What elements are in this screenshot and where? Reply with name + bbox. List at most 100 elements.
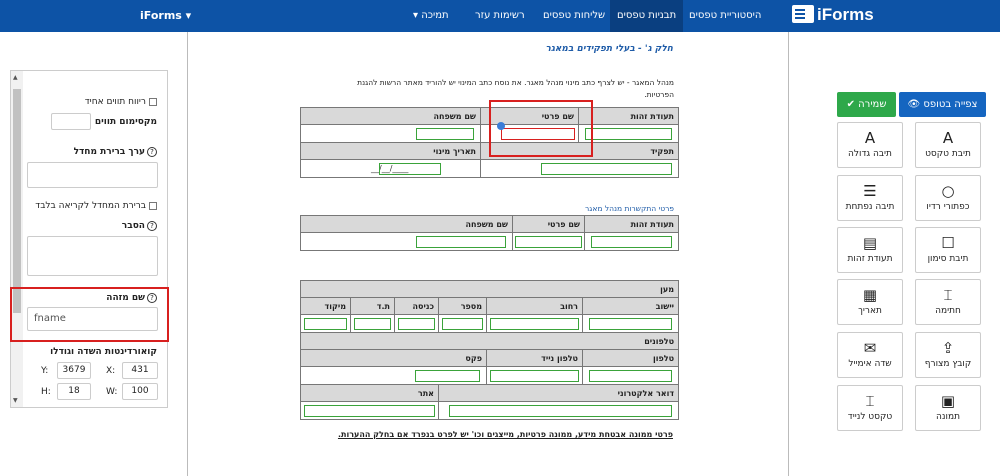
default-value-label: ?ערך ברירת מחדל (74, 147, 157, 157)
phones-title: טלפונים (299, 332, 680, 350)
tool-email[interactable]: ✉ שדה אימייל (837, 332, 903, 378)
scroll-thumb[interactable] (13, 89, 21, 313)
top-navbar: iForms ▾ ▾ תמיכה רשימות עזר שליחות טפסים… (0, 0, 1000, 32)
contact-last-name-field[interactable] (416, 236, 506, 248)
iforms-logo-icon (792, 5, 814, 23)
toolbox-panel: 👁 צפייה בטופס ✔ שמירה A תיבת טקסט A תיבה ג… (789, 32, 1000, 476)
tool-date[interactable]: ▦ תאריך (837, 279, 903, 325)
help-icon[interactable]: ? (147, 221, 157, 231)
zip-header: מיקוד (300, 297, 351, 315)
brand-dropdown[interactable]: iForms ▾ (140, 9, 191, 22)
nav-form-sends[interactable]: שליחות טפסים (536, 0, 612, 32)
contact-first-name-header: שם פרטי (512, 215, 585, 233)
city-field[interactable] (589, 318, 673, 330)
explanation-label: ?הסבר (122, 221, 157, 231)
radio-icon: ○ (941, 182, 955, 200)
tool-text-box[interactable]: A תיבת טקסט (915, 122, 981, 168)
role-field[interactable] (541, 163, 672, 175)
fax-header: פקס (300, 349, 487, 367)
contact-table: שם משפחה שם פרטי תעודת זהות (300, 215, 679, 251)
field-properties-panel: ▲ ▼ ריווח תווים אחיד מקסימום תווים ?ערך … (10, 70, 168, 408)
explanation-textarea[interactable] (27, 236, 158, 276)
nav-reference-lists[interactable]: רשימות עזר (468, 0, 532, 32)
tool-id-card[interactable]: ▤ תעודת זהות (837, 227, 903, 273)
readonly-checkbox[interactable] (149, 201, 157, 210)
contact-first-name-field[interactable] (515, 236, 582, 248)
coord-x-input[interactable]: 431 (122, 362, 158, 379)
nav-form-history[interactable]: היסטוריית טפסים (682, 0, 768, 32)
upload-icon: ⇪ (941, 339, 955, 357)
city-header: יישוב (581, 297, 680, 315)
last-name-header: שם משפחה (300, 107, 481, 125)
scroll-down-icon[interactable]: ▼ (13, 397, 18, 404)
address-table: מען מיקוד ת.ד כניסה מספר רחוב יישוב טלפו… (299, 280, 680, 420)
coord-w-input[interactable]: 100 (122, 383, 158, 400)
default-value-input[interactable] (27, 162, 158, 188)
save-button[interactable]: ✔ שמירה (837, 92, 896, 117)
unique-spacing-checkbox[interactable] (149, 97, 157, 106)
max-chars-input[interactable] (51, 113, 91, 130)
intro-line-1: מנהל המאגר - יש לצרף כתב מינוי מנהל מאגר… (357, 78, 674, 87)
unique-spacing-option[interactable]: ריווח תווים אחיד (85, 97, 157, 107)
number-header: מספר (438, 297, 487, 315)
preview-button[interactable]: 👁 צפייה בטופס (899, 92, 986, 117)
website-field[interactable] (304, 405, 435, 417)
website-header: אתר (300, 384, 439, 402)
nav-form-templates[interactable]: תבניות טפסים (610, 0, 684, 32)
pobox-header: ת.ד (350, 297, 395, 315)
street-field[interactable] (490, 318, 579, 330)
brand-logo: iForms (792, 5, 874, 25)
eye-icon: 👁 (907, 99, 921, 110)
image-icon: ▣ (940, 392, 956, 410)
calendar-icon: ▦ (862, 286, 878, 304)
tool-radio[interactable]: ○ כפתורי רדיו (915, 175, 981, 221)
tool-image[interactable]: ▣ תמונה (915, 385, 981, 431)
entrance-header: כניסה (394, 297, 439, 315)
text-icon: A (942, 129, 954, 147)
contact-id-field[interactable] (591, 236, 672, 248)
coord-w-label: W: (106, 387, 118, 397)
id-card-icon: ▤ (862, 234, 878, 252)
check-icon: ✔ (846, 99, 855, 110)
intro-line-2: הפרטיות. (644, 90, 674, 99)
coord-h-label: H: (41, 387, 51, 397)
zip-field[interactable] (304, 318, 347, 330)
tool-signature[interactable]: ⌶ חתימה (915, 279, 981, 325)
mobile-field[interactable] (490, 370, 579, 382)
tool-large-text[interactable]: A תיבה גדולה (837, 122, 903, 168)
fax-field[interactable] (415, 370, 480, 382)
readonly-option[interactable]: ברירת המחדל לקריאה בלבד (35, 201, 157, 211)
scroll-up-icon[interactable]: ▲ (13, 74, 18, 81)
street-header: רחוב (486, 297, 583, 315)
coord-h-input[interactable]: 18 (57, 383, 91, 400)
form-canvas[interactable]: חלק ג' - בעלי תפקידים במאגר מנהל המאגר -… (187, 32, 789, 476)
number-field[interactable] (442, 318, 483, 330)
pobox-field[interactable] (354, 318, 391, 330)
contact-title: פרטי התקשרות מנהל מאגר (585, 204, 674, 213)
last-name-field[interactable] (416, 128, 474, 140)
first-name-highlight (489, 100, 593, 157)
tool-dropdown[interactable]: ☰ תיבה נפתחת (837, 175, 903, 221)
properties-scrollbar[interactable]: ▲ ▼ (11, 71, 23, 407)
help-icon[interactable]: ? (147, 147, 157, 157)
dropdown-icon: ☰ (863, 182, 877, 200)
email-field[interactable] (449, 405, 673, 417)
section-title: חלק ג' - בעלי תפקידים במאגר (545, 44, 673, 54)
nav-support[interactable]: ▾ תמיכה (406, 0, 456, 32)
id-header: תעודת זהות (578, 107, 679, 125)
coord-y-input[interactable]: 3679 (57, 362, 91, 379)
tool-checkbox[interactable]: ☐ תיבת סימון (915, 227, 981, 273)
contact-id-header: תעודת זהות (584, 215, 679, 233)
signature-icon: ⌶ (943, 286, 953, 304)
large-text-icon: A (864, 129, 876, 147)
phone-header: טלפון (581, 349, 680, 367)
date-field-box[interactable] (379, 163, 441, 175)
tool-attachment[interactable]: ⇪ קובץ מצורף (915, 332, 981, 378)
checkbox-icon: ☐ (941, 234, 955, 252)
tool-mobile-text[interactable]: ⌶ טקסט לנייד (837, 385, 903, 431)
phone-field[interactable] (589, 370, 673, 382)
entrance-field[interactable] (398, 318, 435, 330)
coords-label: קואורדינטות השדה וגודלו (50, 347, 157, 357)
max-chars-label: מקסימום תווים (94, 117, 157, 127)
id-field[interactable] (585, 128, 672, 140)
